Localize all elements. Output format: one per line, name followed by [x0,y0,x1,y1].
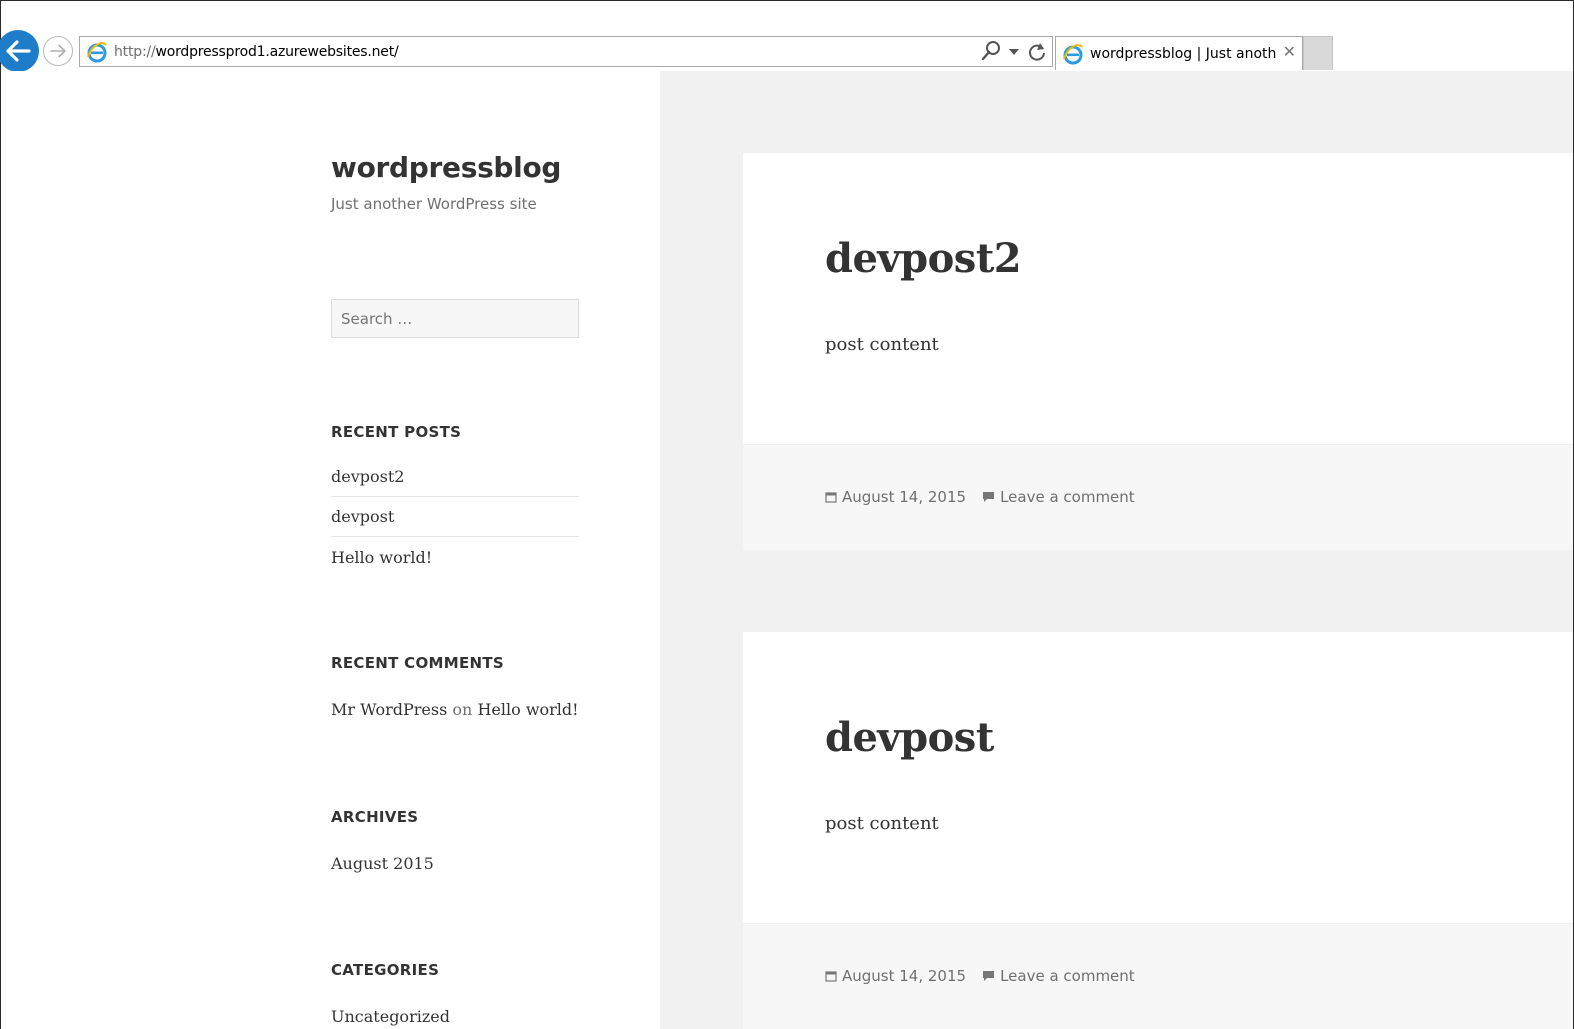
recent-comment: Mr WordPress on Hello world! [331,700,579,719]
recent-comments-heading: RECENT COMMENTS [331,654,505,672]
comment-on-text: on [452,700,473,719]
ie-logo-icon [86,41,108,68]
post-title[interactable]: devpost [825,714,994,761]
categories-heading: CATEGORIES [331,961,440,979]
recent-posts-list: devpost2 devpost Hello world! [331,457,579,577]
back-button[interactable] [0,30,39,72]
forward-arrow-icon [50,44,66,58]
tab-title: wordpressblog | Just anoth... [1090,46,1276,62]
url-host: wordpressprod1.azurewebsites.net/ [155,44,399,60]
post-footer: August 14, 2015 Leave a comment [743,444,1573,550]
post-card: devpost post content August 14, 2015 Lea… [743,632,1573,1029]
address-tools [980,40,1048,62]
search-input[interactable] [331,299,579,338]
address-bar[interactable]: http://wordpressprod1.azurewebsites.net/ [79,36,1053,67]
post-date-link[interactable]: August 14, 2015 [842,967,966,985]
list-item: Hello world! [331,537,579,577]
category-link[interactable]: Uncategorized [331,1007,450,1026]
calendar-icon [825,970,837,982]
post-meta: August 14, 2015 Leave a comment [825,967,1135,985]
comment-author-link[interactable]: Mr WordPress [331,700,447,719]
archives-heading: ARCHIVES [331,808,419,826]
back-arrow-icon [6,40,31,62]
post-meta: August 14, 2015 Leave a comment [825,488,1135,506]
comment-bubble-icon [982,491,995,503]
refresh-icon[interactable] [1026,40,1048,62]
site-description: Just another WordPress site [331,195,537,213]
address-url[interactable]: http://wordpressprod1.azurewebsites.net/ [114,44,399,60]
calendar-icon [825,491,837,503]
browser-chrome: http://wordpressprod1.azurewebsites.net/ [0,1,1573,72]
post-content: post content [825,334,939,355]
site-title[interactable]: wordpressblog [331,151,561,184]
url-protocol: http:// [114,44,156,60]
tab-close-icon[interactable]: ✕ [1283,42,1296,62]
recent-posts-heading: RECENT POSTS [331,423,462,441]
leave-comment-link[interactable]: Leave a comment [1000,967,1135,985]
post-card: devpost2 post content August 14, 2015 Le… [743,153,1573,550]
tab-wordpressblog[interactable]: wordpressblog | Just anoth... ✕ [1055,36,1303,70]
post-footer: August 14, 2015 Leave a comment [743,923,1573,1029]
recent-post-link[interactable]: devpost [331,507,394,526]
post-content: post content [825,813,939,834]
recent-post-link[interactable]: devpost2 [331,467,404,486]
list-item: devpost2 [331,457,579,497]
search-icon[interactable] [980,40,1002,62]
post-date-link[interactable]: August 14, 2015 [842,488,966,506]
dropdown-arrow-icon[interactable] [1008,40,1020,62]
new-tab-button[interactable] [1303,36,1333,70]
tab-ie-logo-icon [1062,43,1084,70]
post-title[interactable]: devpost2 [825,235,1022,282]
comment-bubble-icon [982,970,995,982]
leave-comment-link[interactable]: Leave a comment [1000,488,1135,506]
list-item: devpost [331,497,579,537]
archive-link[interactable]: August 2015 [331,854,434,873]
recent-post-link[interactable]: Hello world! [331,548,432,567]
web-page: wordpressblog Just another WordPress sit… [1,71,1573,1029]
comment-post-link[interactable]: Hello world! [477,700,578,719]
forward-button[interactable] [43,36,73,66]
